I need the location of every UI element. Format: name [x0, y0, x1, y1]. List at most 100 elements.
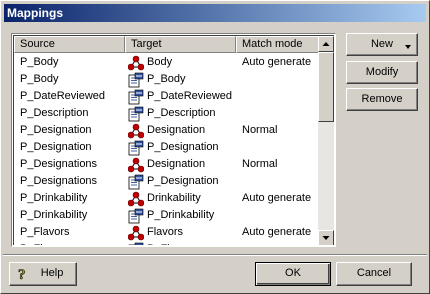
document-icon — [128, 242, 144, 245]
target-cell: P_DateReviewed — [125, 88, 236, 105]
match-mode-cell — [236, 139, 320, 156]
source-cell: P_Body — [20, 56, 59, 68]
match-mode-cell: Normal — [242, 124, 278, 136]
match-mode-cell: Auto generate — [242, 56, 312, 68]
document-icon — [128, 72, 144, 87]
source-cell: P_Drinkability — [20, 209, 88, 221]
remove-button[interactable]: Remove — [346, 88, 418, 111]
target-label: P_Drinkability — [147, 209, 215, 221]
document-icon — [128, 89, 144, 104]
scroll-down-button[interactable] — [318, 230, 334, 245]
column-header-match-mode[interactable]: Match mode — [236, 36, 320, 53]
target-label: P_Designation — [147, 141, 219, 153]
target-cell: Body — [125, 54, 236, 71]
source-cell: P_Drinkability — [20, 192, 88, 204]
target-cell: P_Designation — [125, 173, 236, 190]
source-cell: P_Body — [20, 73, 59, 85]
match-mode-cell — [236, 105, 320, 122]
source-cell: P_Designations — [20, 175, 98, 187]
match-mode-cell — [236, 173, 320, 190]
source-cell: P_Designation — [20, 124, 92, 136]
arrow-up-icon — [322, 42, 330, 46]
target-cell: P_Drinkability — [125, 207, 236, 224]
match-mode-cell: Auto generate — [242, 226, 312, 238]
list-item[interactable]: P_Flavors P_Flavors — [14, 241, 320, 245]
cancel-button[interactable]: Cancel — [336, 262, 412, 286]
list-item[interactable]: P_Flavors Flavors Auto generate — [14, 224, 320, 241]
help-button[interactable]: ? Help — [9, 262, 77, 286]
list-item[interactable]: P_Drinkability P_Drinkability — [14, 207, 320, 224]
target-cell: Drinkability — [125, 190, 236, 207]
target-label: Drinkability — [147, 192, 201, 204]
list-item[interactable]: P_Designation P_Designation — [14, 139, 320, 156]
target-label: Body — [147, 56, 173, 68]
modify-button[interactable]: Modify — [346, 61, 418, 84]
match-mode-cell: Auto generate — [242, 192, 312, 204]
source-cell: P_Designation — [20, 141, 92, 153]
vertical-scrollbar[interactable] — [318, 36, 334, 245]
list-rows: P_Body Body Auto generate P_Body P_Body P_Dat… — [14, 54, 320, 245]
target-label: P_Designation — [147, 175, 219, 187]
target-label: P_Description — [147, 107, 216, 119]
source-cell: P_Flavors — [14, 241, 125, 245]
ok-button-label: OK — [285, 267, 301, 279]
scroll-thumb[interactable] — [318, 52, 334, 122]
window-title: Mappings — [7, 6, 63, 20]
help-icon: ? — [18, 267, 26, 282]
target-cell: P_Body — [125, 71, 236, 88]
dropdown-arrow-icon — [405, 45, 411, 49]
arrow-down-icon — [322, 236, 330, 240]
target-label: Designation — [147, 158, 206, 170]
svg-text:?: ? — [18, 267, 26, 282]
separator — [3, 254, 427, 256]
list-item[interactable]: P_Description P_Description — [14, 105, 320, 122]
match-mode-cell — [236, 88, 320, 105]
new-button[interactable]: New — [346, 33, 418, 56]
ok-button[interactable]: OK — [255, 262, 331, 286]
document-icon — [128, 208, 144, 223]
mappings-list[interactable]: Source Target Match mode P_Body Body Auto … — [11, 33, 336, 247]
target-cell: P_Designation — [125, 139, 236, 156]
document-icon — [128, 106, 144, 121]
list-item[interactable]: P_Body P_Body — [14, 71, 320, 88]
target-label: Flavors — [147, 226, 184, 238]
column-header-target[interactable]: Target — [125, 36, 236, 53]
match-mode-cell — [236, 241, 320, 245]
list-item[interactable]: P_Designation Designation Normal — [14, 122, 320, 139]
remove-button-label: Remove — [361, 93, 403, 105]
document-icon — [128, 174, 144, 189]
list-header: Source Target Match mode — [14, 36, 320, 53]
document-icon — [128, 140, 144, 155]
title-bar[interactable]: Mappings — [4, 4, 426, 22]
list-item[interactable]: P_DateReviewed P_DateReviewed — [14, 88, 320, 105]
list-item[interactable]: P_Designations Designation Normal — [14, 156, 320, 173]
source-cell: P_Designations — [20, 158, 98, 170]
column-header-source[interactable]: Source — [14, 36, 125, 53]
relation-icon — [128, 225, 144, 240]
mappings-dialog: Mappings Source Target Match mode P_Body… — [0, 0, 430, 294]
target-label: Designation — [147, 124, 206, 136]
match-mode-cell: Normal — [242, 158, 278, 170]
match-mode-cell — [236, 71, 320, 88]
target-label: P_Body — [147, 73, 186, 85]
target-label: P_DateReviewed — [147, 90, 232, 102]
source-cell: P_Flavors — [20, 226, 70, 238]
target-cell: P_Flavors — [125, 241, 236, 245]
relation-icon — [128, 191, 144, 206]
target-cell: Flavors — [125, 224, 236, 241]
target-label: P_Flavors — [147, 241, 197, 245]
list-item[interactable]: P_Designations P_Designation — [14, 173, 320, 190]
scroll-up-button[interactable] — [318, 36, 334, 52]
source-cell: P_Description — [20, 107, 89, 119]
list-item[interactable]: P_Body Body Auto generate — [14, 54, 320, 71]
relation-icon — [128, 157, 144, 172]
match-mode-cell — [236, 207, 320, 224]
cancel-button-label: Cancel — [356, 267, 392, 279]
target-cell: Designation — [125, 122, 236, 139]
source-cell: P_DateReviewed — [20, 90, 105, 102]
target-cell: Designation — [125, 156, 236, 173]
new-button-label: New — [370, 38, 393, 50]
help-button-label: Help — [40, 267, 64, 279]
modify-button-label: Modify — [365, 66, 399, 78]
list-item[interactable]: P_Drinkability Drinkability Auto generate — [14, 190, 320, 207]
